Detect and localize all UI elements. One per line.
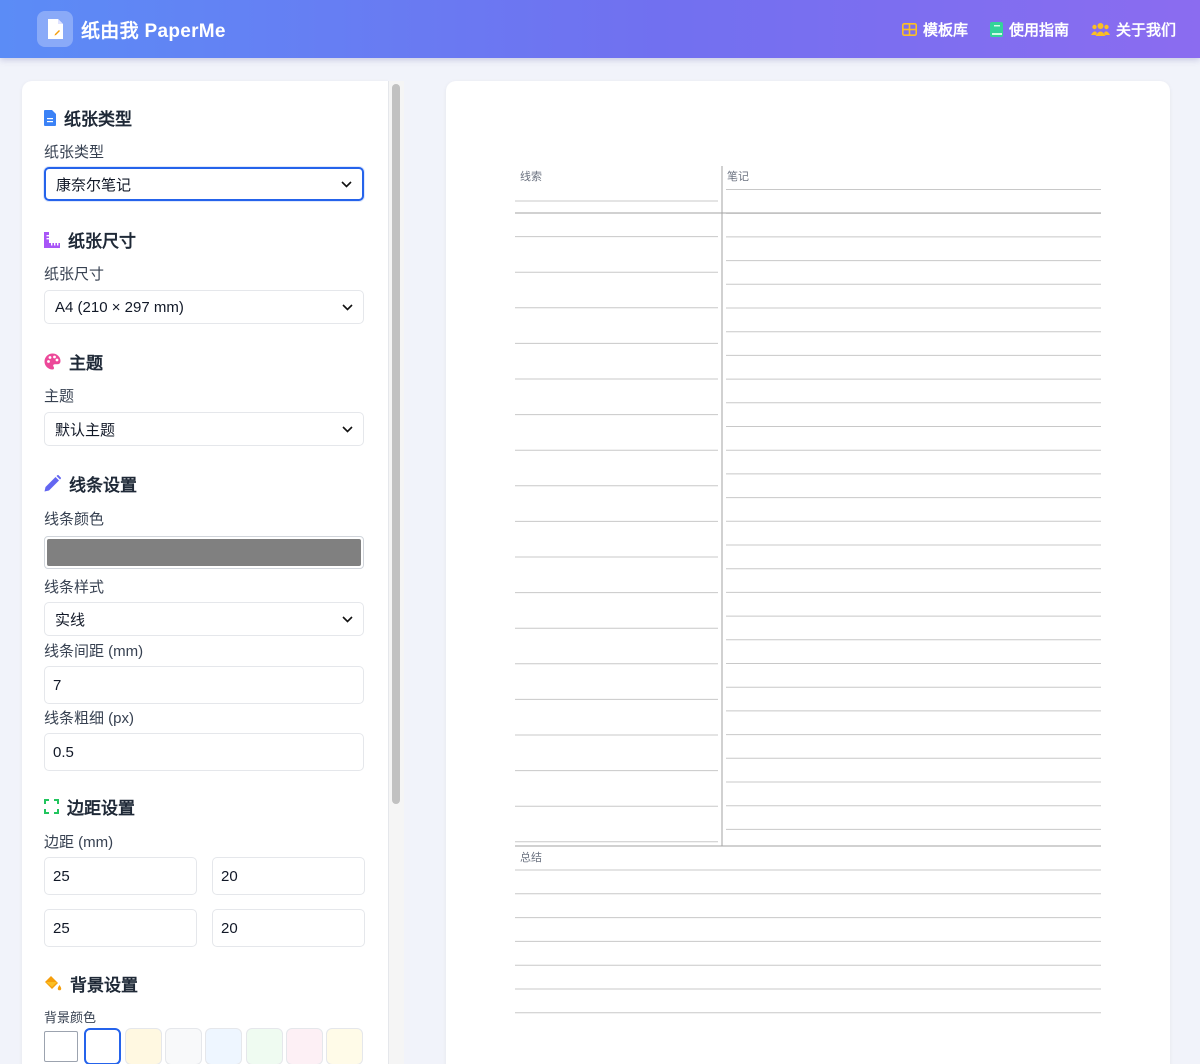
margin-label: 边距 (mm) [44,834,114,851]
chevron-down-icon [342,303,353,311]
margin-top-input[interactable]: 25 [44,857,197,895]
line-width-input[interactable]: 0.5 [44,733,364,771]
margin-right-value: 20 [221,867,238,885]
section-lines: 线条设置 [44,471,137,496]
users-icon [1090,23,1110,36]
theme-label: 主题 [44,388,75,405]
theme-select[interactable]: 默认主题 [44,412,364,446]
sidebar-scrollbar-thumb[interactable] [392,84,400,804]
settings-sidebar: 纸张类型 纸张类型 康奈尔笔记 纸张尺寸 纸张尺寸 A4 (210 × 297 … [22,81,388,1064]
chevron-down-icon [342,425,353,433]
margin-right-input[interactable]: 20 [212,857,365,895]
book-icon [989,21,1003,37]
section-background-title: 背景设置 [70,976,138,995]
margin-top-value: 25 [53,867,70,885]
paint-bucket-icon [45,976,62,991]
ruler-icon [44,231,60,248]
line-color-picker[interactable] [44,536,364,569]
grid-icon [901,22,917,36]
background-swatch[interactable] [326,1028,364,1064]
section-margins-title: 边距设置 [67,799,135,818]
document-icon [37,11,73,47]
paper-size-label: 纸张尺寸 [44,266,105,283]
app-title: 纸由我 PaperMe [81,20,226,42]
section-lines-title: 线条设置 [69,476,137,495]
line-spacing-label: 线条间距 (mm) [44,643,144,660]
section-background: 背景设置 [44,971,138,996]
margin-left-value: 20 [221,919,238,937]
line-width-value: 0.5 [53,743,74,761]
cornell-paper: 线索 笔记 总结 [515,166,1101,1014]
background-swatch[interactable] [84,1028,122,1064]
background-swatch[interactable] [124,1028,162,1064]
expand-icon [44,799,59,814]
margin-left-input[interactable]: 20 [212,909,365,947]
nav-about-label: 关于我们 [1115,21,1176,39]
background-swatch[interactable] [285,1028,323,1064]
paper-type-select[interactable]: 康奈尔笔记 [44,167,364,201]
nav-templates-label: 模板库 [922,21,968,39]
pencil-icon [44,475,61,492]
background-color-label: 背景颜色 [44,1010,97,1025]
paper-preview: 线索 笔记 总结 [446,81,1170,1064]
section-paper-type: 纸张类型 [44,105,132,130]
margin-bottom-value: 25 [53,919,70,937]
background-swatch[interactable] [44,1031,78,1062]
section-paper-size: 纸张尺寸 [44,227,136,252]
paper-size-value: A4 (210 × 297 mm) [55,298,184,316]
section-margins: 边距设置 [44,794,135,819]
paper-type-label: 纸张类型 [44,144,105,161]
background-swatch[interactable] [205,1028,243,1064]
section-theme: 主题 [44,349,103,374]
line-style-label: 线条样式 [44,579,105,596]
top-nav: 模板库 使用指南 关于我们 [901,19,1176,40]
line-width-label: 线条粗细 (px) [44,710,135,727]
section-paper-size-title: 纸张尺寸 [68,232,136,251]
brand[interactable]: 纸由我 PaperMe [37,11,226,47]
palette-icon [44,353,61,370]
line-style-value: 实线 [55,611,86,629]
nav-templates[interactable]: 模板库 [901,19,968,40]
file-icon [44,109,56,126]
app-header: 纸由我 PaperMe 模板库 使用指南 关于我们 [0,0,1200,58]
nav-guide[interactable]: 使用指南 [989,19,1069,40]
line-style-select[interactable]: 实线 [44,602,364,636]
line-color-label: 线条颜色 [44,511,105,528]
summary-section-label: 总结 [520,850,542,864]
notes-column-label: 笔记 [727,169,749,183]
line-color-swatch [47,539,361,566]
chevron-down-icon [341,180,352,188]
line-spacing-value: 7 [53,676,62,694]
nav-guide-label: 使用指南 [1008,21,1069,39]
chevron-down-icon [342,615,353,623]
section-paper-type-title: 纸张类型 [64,110,132,129]
paper-size-select[interactable]: A4 (210 × 297 mm) [44,290,364,324]
margin-bottom-input[interactable]: 25 [44,909,197,947]
paper-type-value: 康奈尔笔记 [56,176,132,194]
theme-value: 默认主题 [55,421,116,439]
cue-column-label: 线索 [520,169,542,183]
background-swatch[interactable] [164,1028,202,1064]
background-swatch[interactable] [245,1028,283,1064]
nav-about[interactable]: 关于我们 [1090,19,1176,40]
line-spacing-input[interactable]: 7 [44,666,364,704]
section-theme-title: 主题 [69,354,103,373]
